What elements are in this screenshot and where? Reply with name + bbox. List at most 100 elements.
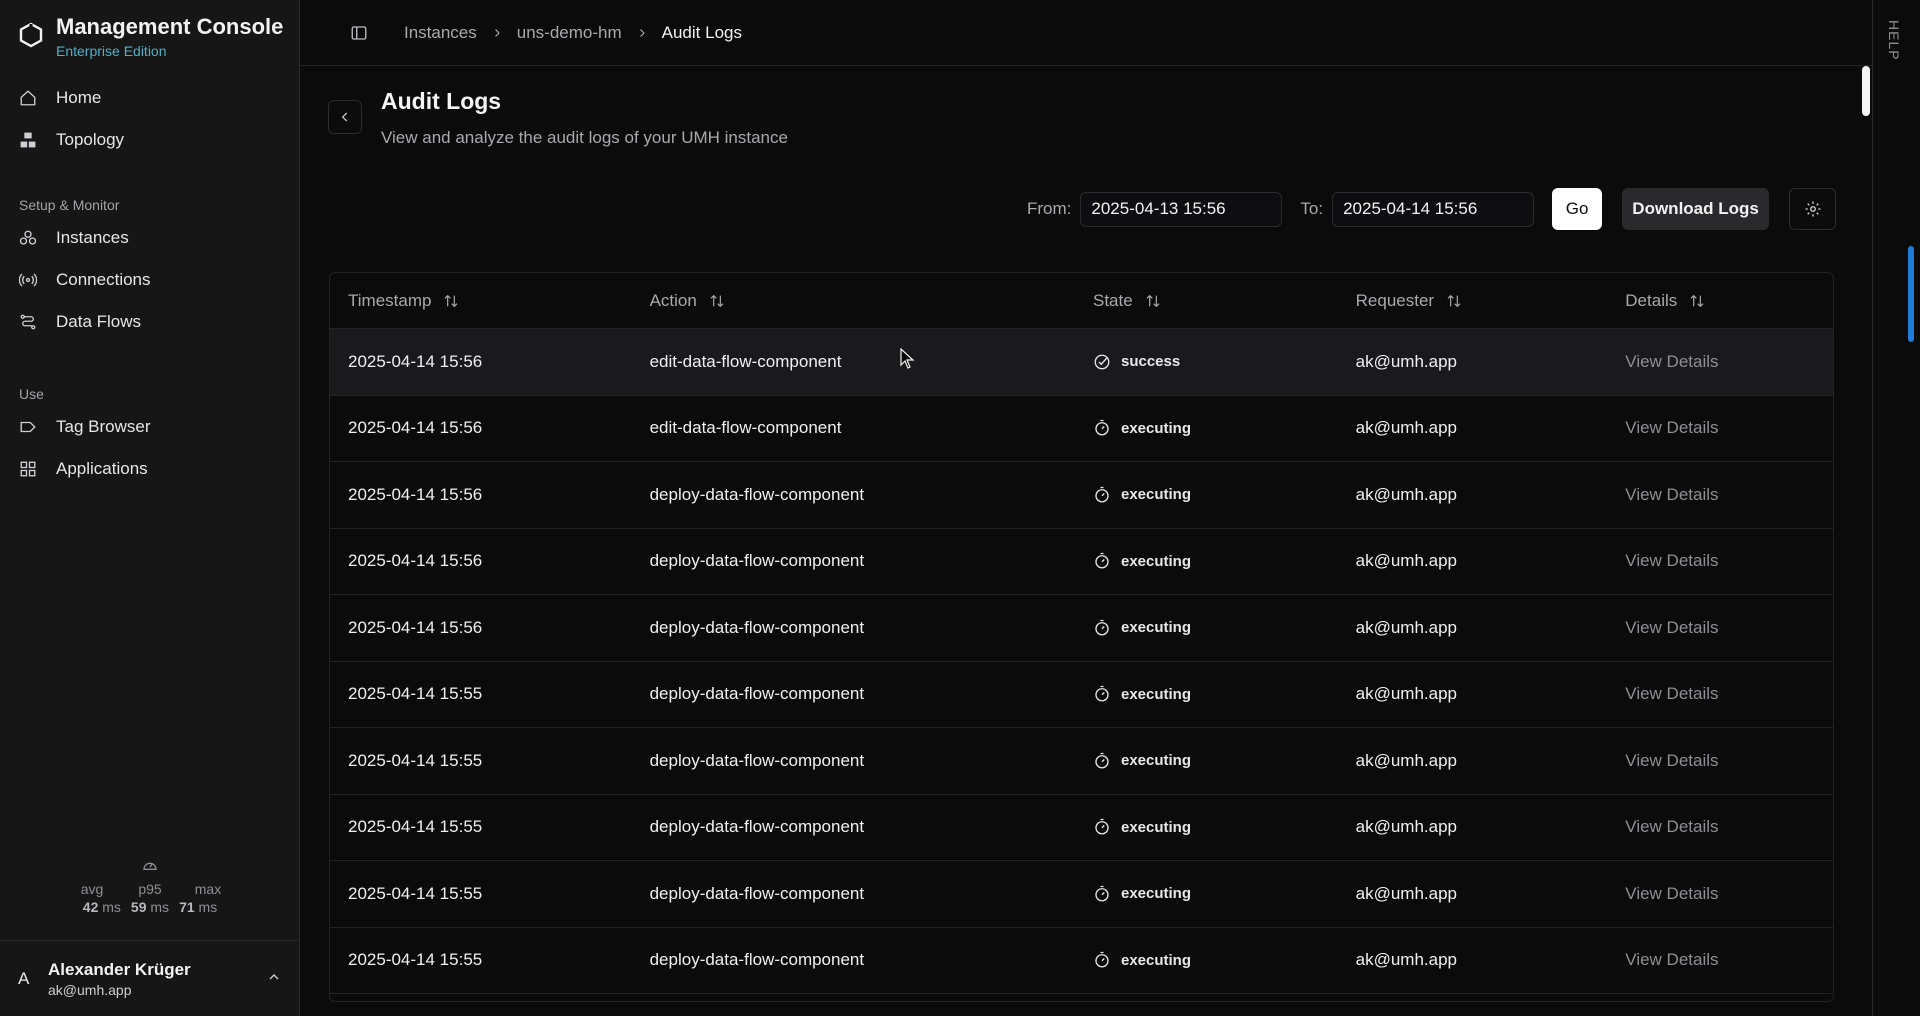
cell-state: executing	[1075, 818, 1338, 836]
sort-icon[interactable]	[1446, 293, 1462, 309]
column-requester[interactable]: Requester	[1338, 291, 1608, 311]
cell-requester: ak@umh.app	[1355, 817, 1458, 837]
tag-icon	[20, 421, 36, 433]
column-details[interactable]: Details	[1607, 291, 1833, 311]
help-rail[interactable]	[1872, 0, 1920, 1016]
sidebar-item-label: Connections	[56, 270, 151, 289]
state-label: executing	[1120, 685, 1192, 703]
view-details-link[interactable]: View Details	[1607, 551, 1833, 571]
page-title: Audit Logs	[381, 88, 502, 114]
sidebar-item-applications[interactable]: Applications	[0, 448, 300, 490]
back-button[interactable]	[328, 100, 362, 134]
scrollbar[interactable]	[1862, 66, 1872, 116]
latency-p95-label: p95	[138, 881, 162, 897]
latency-stats: avg p95 max 42 ms 59 ms 71 ms	[0, 858, 300, 915]
latency-max-value: 71 ms	[179, 899, 218, 915]
sort-icon[interactable]	[443, 293, 459, 309]
to-date-input[interactable]	[1332, 191, 1535, 227]
cell-requester: ak@umh.app	[1355, 484, 1458, 504]
table-row[interactable]: 2025-04-14 15:56 edit-data-flow-component…	[330, 396, 1833, 462]
cell-state: executing	[1075, 486, 1338, 504]
settings-button[interactable]	[1789, 188, 1837, 230]
mouse-cursor-icon	[900, 348, 915, 369]
sidebar-toggle-icon[interactable]	[350, 24, 368, 42]
user-menu[interactable]: A Alexander Krüger ak@umh.app	[0, 940, 300, 1016]
table-row[interactable]: 2025-04-14 15:56 deploy-data-flow-compone…	[330, 595, 1833, 662]
home-icon	[20, 90, 36, 106]
cell-timestamp: 2025-04-14 15:55	[348, 883, 483, 903]
latency-max-label: max	[194, 881, 222, 897]
sort-icon[interactable]	[1145, 293, 1161, 309]
view-details-link[interactable]: View Details	[1607, 618, 1833, 638]
user-email: ak@umh.app	[48, 981, 132, 998]
topology-icon	[20, 132, 36, 148]
brand-title: Management Console	[56, 14, 284, 39]
nav-use: Use Tag Browser Applications	[0, 386, 300, 490]
download-logs-button[interactable]: Download Logs	[1622, 188, 1770, 230]
table-header: Timestamp Action State Requester Details	[330, 273, 1833, 329]
sidebar-item-tag-browser[interactable]: Tag Browser	[0, 406, 300, 448]
breadcrumb-instance[interactable]: uns-demo-hm	[517, 23, 622, 43]
gear-icon	[1805, 201, 1821, 217]
cell-timestamp: 2025-04-14 15:55	[348, 750, 483, 770]
view-details-link[interactable]: View Details	[1607, 485, 1833, 505]
chevron-right-icon	[494, 28, 500, 37]
sidebar-item-topology[interactable]: Topology	[0, 119, 300, 161]
state-label: executing	[1120, 619, 1192, 637]
view-details-link[interactable]: View Details	[1607, 884, 1833, 904]
table-row[interactable]: 2025-04-14 15:56 edit-data-flow-component…	[330, 329, 1833, 396]
view-details-link[interactable]: View Details	[1607, 950, 1833, 970]
cell-timestamp: 2025-04-14 15:55	[348, 684, 483, 704]
help-accent-bar[interactable]	[1908, 246, 1914, 342]
timer-icon	[1095, 819, 1109, 835]
timer-icon	[1095, 486, 1109, 503]
view-details-link[interactable]: View Details	[1607, 352, 1833, 372]
table-row[interactable]: 2025-04-14 15:55 deploy-data-flow-compone…	[330, 795, 1833, 861]
from-date-input[interactable]	[1080, 191, 1283, 227]
table-row[interactable]: 2025-04-14 15:56 deploy-data-flow-compone…	[330, 529, 1833, 595]
column-action[interactable]: Action	[632, 291, 1075, 311]
cell-requester: ak@umh.app	[1355, 750, 1458, 770]
go-button[interactable]: Go	[1552, 188, 1603, 230]
column-state[interactable]: State	[1075, 291, 1338, 311]
brand-subtitle: Enterprise Edition	[56, 43, 167, 59]
cell-state: executing	[1075, 885, 1338, 903]
sort-icon[interactable]	[1689, 293, 1705, 309]
nav-setup: Setup & Monitor Instances Connections Da…	[0, 197, 300, 343]
column-timestamp[interactable]: Timestamp	[330, 291, 632, 311]
cell-timestamp: 2025-04-14 15:55	[348, 817, 483, 837]
sidebar-item-home[interactable]: Home	[0, 77, 300, 119]
table-row[interactable]: 2025-04-14 15:55 deploy-data-flow-compone…	[330, 662, 1833, 728]
chevron-up-icon[interactable]	[266, 969, 282, 985]
cell-action: deploy-data-flow-component	[649, 750, 865, 770]
table-row[interactable]: 2025-04-14 15:56 deploy-data-flow-compone…	[330, 462, 1833, 529]
cell-timestamp: 2025-04-14 15:56	[348, 617, 483, 637]
cell-timestamp: 2025-04-14 15:56	[348, 418, 483, 438]
state-label: executing	[1120, 951, 1192, 969]
table-row[interactable]: 2025-04-14 15:55 deploy-data-flow-compone…	[330, 928, 1833, 994]
table-row[interactable]: 2025-04-14 15:55 deploy-data-flow-compone…	[330, 861, 1833, 928]
applications-icon	[20, 461, 36, 477]
help-tab[interactable]: HELP	[1886, 20, 1902, 61]
state-label: executing	[1120, 752, 1192, 770]
scrollbar-thumb[interactable]	[1862, 66, 1870, 116]
view-details-link[interactable]: View Details	[1607, 751, 1833, 771]
table-row[interactable]: 2025-04-14 15:55 deploy-data-flow-compone…	[330, 728, 1833, 795]
cell-state: executing	[1075, 619, 1338, 637]
cell-timestamp: 2025-04-14 15:56	[348, 351, 483, 371]
sidebar-item-instances[interactable]: Instances	[0, 217, 300, 259]
view-details-link[interactable]: View Details	[1607, 817, 1833, 837]
view-details-link[interactable]: View Details	[1607, 684, 1833, 704]
cell-action: deploy-data-flow-component	[649, 617, 865, 637]
sort-icon[interactable]	[709, 293, 725, 309]
filters-bar: From: To: Go Download Logs	[1027, 188, 1837, 230]
sidebar-item-data-flows[interactable]: Data Flows	[0, 301, 300, 343]
app-root: Management Console Enterprise Edition Ho…	[0, 0, 1920, 1016]
breadcrumb-instances[interactable]: Instances	[404, 23, 477, 43]
cell-action: deploy-data-flow-component	[649, 551, 865, 571]
sidebar-item-connections[interactable]: Connections	[0, 259, 300, 301]
cell-action: deploy-data-flow-component	[649, 484, 865, 504]
cell-requester: ak@umh.app	[1355, 950, 1458, 970]
brand[interactable]: Management Console Enterprise Edition	[18, 14, 283, 59]
view-details-link[interactable]: View Details	[1607, 418, 1833, 438]
